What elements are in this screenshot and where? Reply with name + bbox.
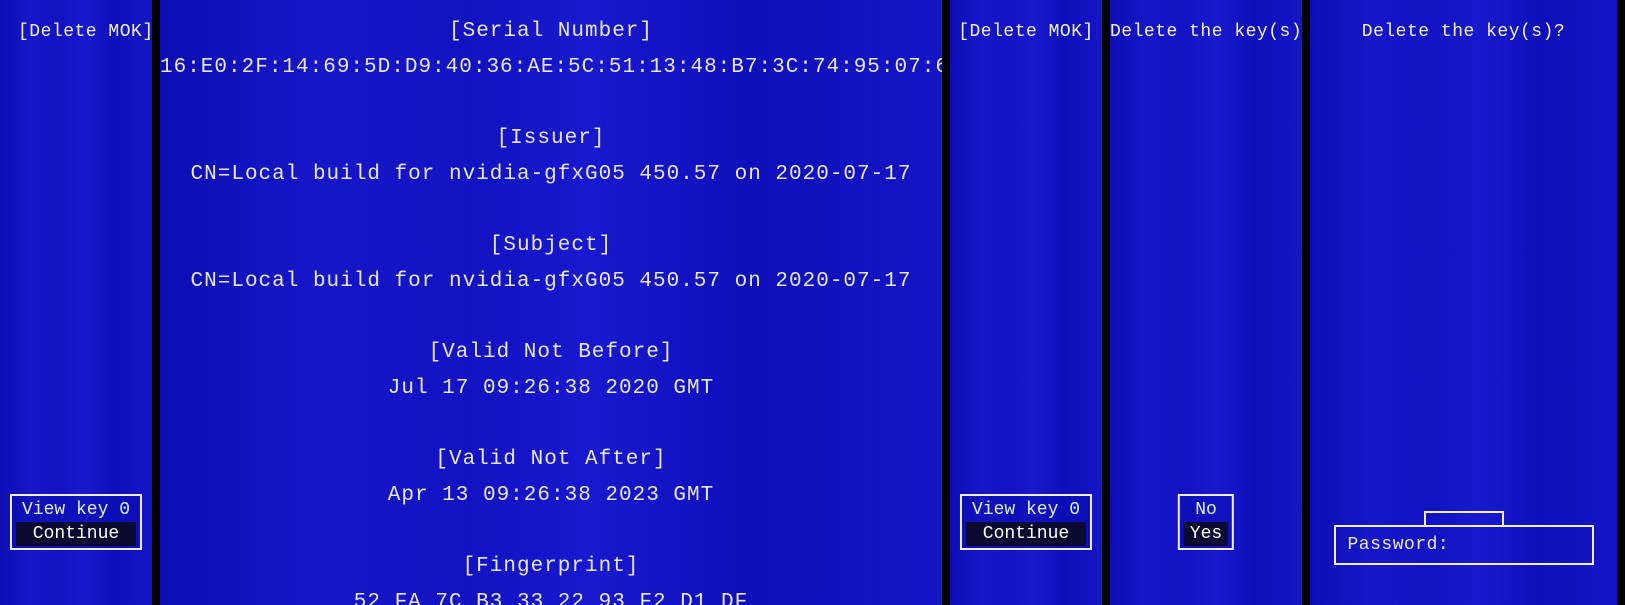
not-after-value: Apr 13 09:26:38 2023 GMT [388, 484, 714, 507]
password-box: Password: [1334, 511, 1594, 565]
issuer-value: CN=Local build for nvidia-gfxG05 450.57 … [191, 163, 912, 186]
panel-title: Delete the key(s)? [1110, 22, 1302, 42]
menu-box: No Yes [1178, 494, 1234, 550]
confirm-delete-panel: Delete the key(s)? No Yes [1110, 0, 1310, 605]
subject-value: CN=Local build for nvidia-gfxG05 450.57 … [191, 270, 912, 293]
menu-item-continue[interactable]: Continue [16, 522, 136, 546]
certificate-text: [Serial Number] 16:E0:2F:14:69:5D:D9:40:… [160, 14, 942, 605]
menu-item-no[interactable]: No [1184, 498, 1228, 522]
serial-value: 16:E0:2F:14:69:5D:D9:40:36:AE:5C:51:13:4… [160, 56, 950, 79]
not-before-label: [Valid Not Before] [429, 341, 674, 364]
menu-item-continue[interactable]: Continue [966, 522, 1086, 546]
password-bracket-decoration [1424, 511, 1504, 525]
not-before-value: Jul 17 09:26:38 2020 GMT [388, 377, 714, 400]
password-panel: Delete the key(s)? Password: [1310, 0, 1625, 605]
panel-title: [Delete MOK] [950, 22, 1102, 42]
menu-item-view-key[interactable]: View key 0 [16, 498, 136, 522]
mok-delete-panel-1: [Delete MOK] View key 0 Continue [0, 0, 160, 605]
menu-box: View key 0 Continue [960, 494, 1092, 550]
serial-label: [Serial Number] [449, 20, 653, 43]
not-after-label: [Valid Not After] [435, 448, 666, 471]
menu-item-yes[interactable]: Yes [1184, 522, 1228, 546]
menu-box: View key 0 Continue [10, 494, 142, 550]
password-input[interactable]: Password: [1334, 525, 1594, 565]
issuer-label: [Issuer] [497, 127, 606, 150]
panel-title: Delete the key(s)? [1310, 22, 1617, 42]
subject-label: [Subject] [490, 234, 612, 257]
fingerprint-line1: 52 FA 7C B3 33 22 93 F2 D1 DF [354, 591, 748, 605]
panel-title: [Delete MOK] [0, 22, 152, 42]
mok-delete-panel-2: [Delete MOK] View key 0 Continue [950, 0, 1110, 605]
menu-item-view-key[interactable]: View key 0 [966, 498, 1086, 522]
fingerprint-label: [Fingerprint] [463, 555, 640, 578]
certificate-detail-panel: [Serial Number] 16:E0:2F:14:69:5D:D9:40:… [160, 0, 950, 605]
